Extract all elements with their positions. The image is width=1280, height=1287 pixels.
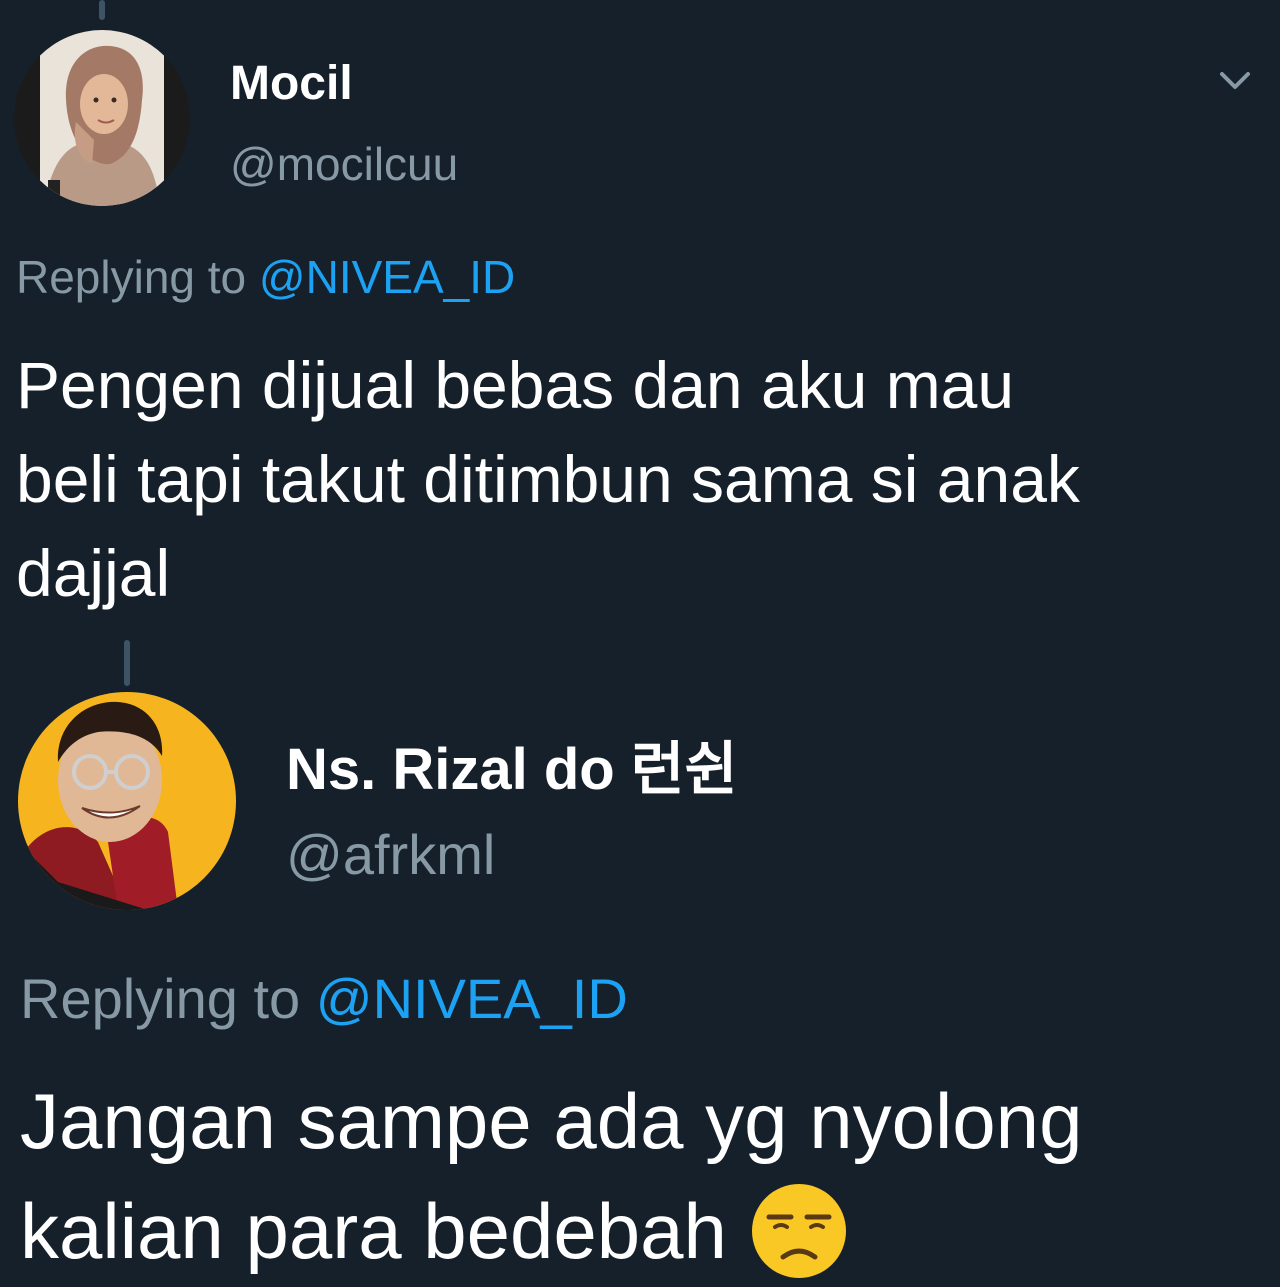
replying-label: Replying to [20,967,301,1030]
tweet-text-line: dajjal [16,536,171,610]
avatar-mocil[interactable] [14,30,190,206]
tweet-text: Jangan sampe ada yg nyolong kalian para … [20,1066,1082,1287]
replying-to: Replying to @NIVEA_ID [20,966,628,1031]
tweet-text: Pengen dijual bebas dan aku mau beli tap… [16,338,1080,620]
avatar-rizal[interactable] [18,692,236,910]
tweet-text-line: beli tapi takut ditimbun sama si anak [16,442,1080,516]
tweet-text-line: Jangan sampe ada yg nyolong [20,1077,1083,1165]
tweet-mocil[interactable]: Mocil @mocilcuu Replying to @NIVEA_ID Pe… [0,0,1280,620]
display-name[interactable]: Mocil [230,56,353,111]
display-name[interactable]: Ns. Rizal do 런쉰 [286,722,738,806]
tweet-text-line: Pengen dijual bebas dan aku mau [16,348,1015,422]
mention-link[interactable]: @NIVEA_ID [316,967,628,1030]
tweet-rizal[interactable]: Ns. Rizal do 런쉰 @afrkml Replying to @NIV… [0,680,1280,1280]
unamused-face-icon [751,1184,846,1279]
replying-to: Replying to @NIVEA_ID [16,250,515,304]
chevron-down-icon[interactable] [1218,66,1252,94]
replying-label: Replying to [16,251,247,303]
mention-link[interactable]: @NIVEA_ID [259,251,515,303]
user-handle[interactable]: @mocilcuu [230,137,458,191]
tweet-text-line-with-emoji: kalian para bedebah [20,1176,1082,1287]
user-handle[interactable]: @afrkml [286,822,495,887]
tweet-text-line: kalian para bedebah [20,1187,727,1275]
